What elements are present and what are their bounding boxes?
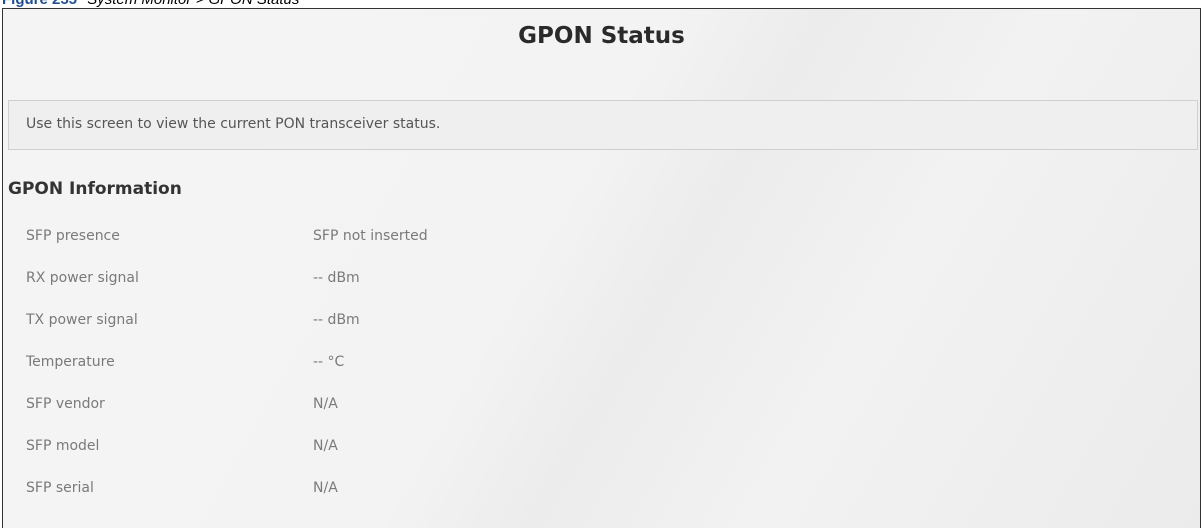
info-row-temperature: Temperature -- °C bbox=[3, 354, 1200, 376]
info-row-rx-power: RX power signal -- dBm bbox=[3, 270, 1200, 292]
row-value: -- dBm bbox=[313, 270, 360, 286]
description-box: Use this screen to view the current PON … bbox=[8, 100, 1198, 150]
row-label: SFP vendor bbox=[26, 396, 105, 412]
info-row-sfp-model: SFP model N/A bbox=[3, 438, 1200, 460]
row-value: N/A bbox=[313, 396, 338, 412]
row-value: -- dBm bbox=[313, 312, 360, 328]
row-value: -- °C bbox=[313, 354, 345, 370]
row-label: SFP model bbox=[26, 438, 100, 454]
info-row-sfp-vendor: SFP vendor N/A bbox=[3, 396, 1200, 418]
figure-title: System Monitor > GPON Status bbox=[87, 0, 299, 8]
section-title: GPON Information bbox=[8, 179, 182, 199]
figure-caption: Figure 255 System Monitor > GPON Status bbox=[2, 0, 299, 8]
row-label: TX power signal bbox=[26, 312, 138, 328]
description-text: Use this screen to view the current PON … bbox=[26, 116, 441, 132]
info-row-sfp-serial: SFP serial N/A bbox=[3, 480, 1200, 502]
figure-number: Figure 255 bbox=[2, 0, 77, 8]
row-value: N/A bbox=[313, 480, 338, 496]
row-label: SFP presence bbox=[26, 228, 120, 244]
info-row-tx-power: TX power signal -- dBm bbox=[3, 312, 1200, 334]
row-label: Temperature bbox=[26, 354, 115, 370]
row-label: SFP serial bbox=[26, 480, 94, 496]
row-value: N/A bbox=[313, 438, 338, 454]
gpon-status-panel: GPON Status Use this screen to view the … bbox=[2, 8, 1201, 528]
row-label: RX power signal bbox=[26, 270, 139, 286]
page-title: GPON Status bbox=[518, 23, 685, 49]
info-row-sfp-presence: SFP presence SFP not inserted bbox=[3, 228, 1200, 250]
row-value: SFP not inserted bbox=[313, 228, 428, 244]
